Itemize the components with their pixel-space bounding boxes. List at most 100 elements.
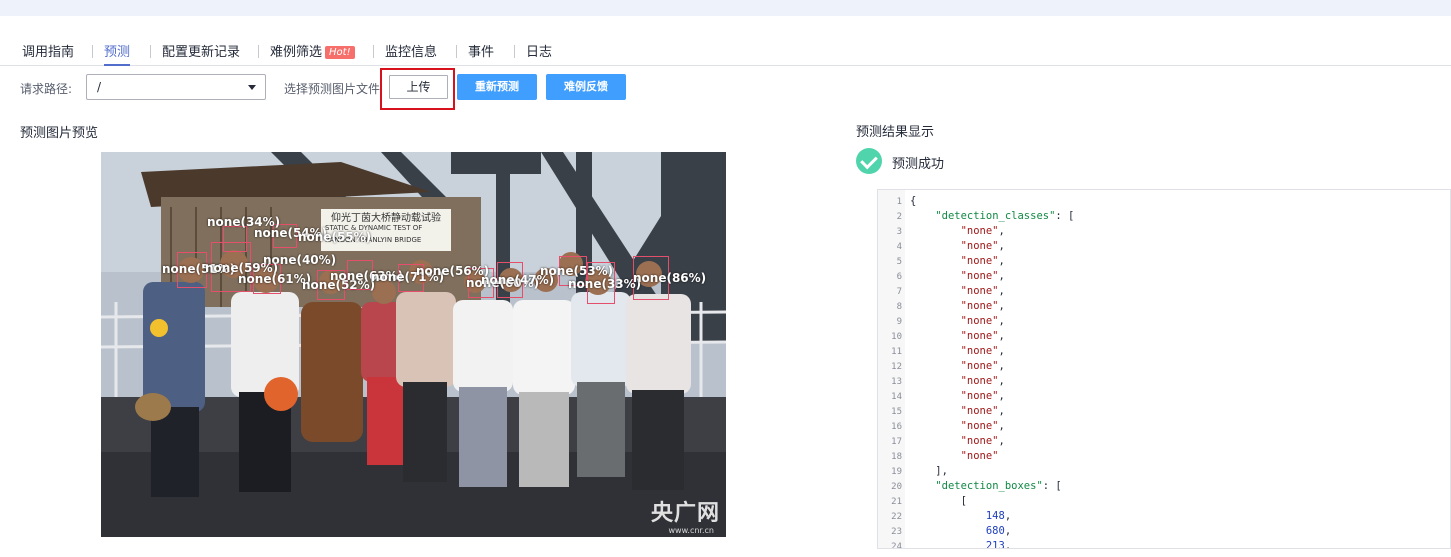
tab-logs[interactable]: 日志 <box>526 41 552 66</box>
code-line: 2 "detection_classes": [ <box>878 209 1075 224</box>
tab-monitoring[interactable]: 监控信息 <box>385 41 437 66</box>
code-text: "none", <box>960 240 1005 252</box>
line-number: 10 <box>891 332 902 342</box>
code-line: 1{ <box>878 194 917 209</box>
code-line: 5 "none", <box>878 254 1005 269</box>
request-path-select[interactable]: / <box>86 74 266 100</box>
line-number: 20 <box>891 482 902 492</box>
hot-badge: Hot! <box>325 46 355 59</box>
tab-separator <box>456 45 457 58</box>
line-number: 4 <box>896 242 902 252</box>
code-line: 11 "none", <box>878 344 1005 359</box>
code-line: 18 "none" <box>878 449 998 464</box>
tab-separator <box>373 45 374 58</box>
code-line: 10 "none", <box>878 329 1005 344</box>
line-number: 11 <box>891 347 902 357</box>
code-line: 16 "none", <box>878 419 1005 434</box>
code-line: 20 "detection_boxes": [ <box>878 479 1062 494</box>
repredict-button[interactable]: 重新预测 <box>457 74 537 100</box>
watermark-url: www.cnr.cn <box>668 526 714 535</box>
code-line: 17 "none", <box>878 434 1005 449</box>
code-text: "none", <box>960 345 1005 357</box>
code-text: "none", <box>960 285 1005 297</box>
code-text: "none" <box>960 450 999 462</box>
code-text: [ <box>910 495 967 507</box>
code-line: 4 "none", <box>878 239 1005 254</box>
line-number: 21 <box>891 497 902 507</box>
line-number: 6 <box>896 272 902 282</box>
line-number: 1 <box>896 197 902 207</box>
code-text: "none", <box>960 330 1005 342</box>
tab-separator <box>92 45 93 58</box>
code-line: 9 "none", <box>878 314 1005 329</box>
line-number: 15 <box>891 407 902 417</box>
line-number: 22 <box>891 512 902 522</box>
detection-label: none(86%) <box>633 271 707 285</box>
code-text: "none", <box>960 255 1005 267</box>
code-text: "none", <box>960 360 1005 372</box>
success-check-icon <box>856 148 882 174</box>
tab-bar: 调用指南 预测 配置更新记录 难例筛选 Hot! 监控信息 事件 日志 <box>0 36 1451 66</box>
sign-text: 仰光丁茵大桥静动载试验 <box>331 213 441 224</box>
code-line: 22 148, <box>878 509 1011 524</box>
line-number: 5 <box>896 257 902 267</box>
code-line: 19 ], <box>878 464 948 479</box>
request-path-label: 请求路径: <box>20 82 73 96</box>
line-number: 13 <box>891 377 902 387</box>
detection-label: none(33%) <box>568 277 642 291</box>
select-file-label: 选择预测图片文件 <box>284 82 381 96</box>
tab-separator <box>514 45 515 58</box>
watermark-logo: 央广网 <box>650 501 720 526</box>
code-text: 680, <box>985 525 1012 537</box>
tab-separator <box>150 45 151 58</box>
tab-hard-example-label: 难例筛选 <box>270 45 323 60</box>
code-text: 148, <box>985 510 1012 522</box>
code-text: ], <box>910 465 948 477</box>
code-text: "none", <box>960 435 1005 447</box>
code-line: 15 "none", <box>878 404 1005 419</box>
line-number: 12 <box>891 362 902 372</box>
tab-guide[interactable]: 调用指南 <box>22 41 74 66</box>
detection-label: none(55%) <box>298 230 372 244</box>
code-line: 24 213, <box>878 539 1011 549</box>
result-title: 预测结果显示 <box>856 125 935 140</box>
code-line: 7 "none", <box>878 284 1005 299</box>
code-text: "none", <box>960 300 1005 312</box>
tab-predict[interactable]: 预测 <box>104 41 131 66</box>
top-band <box>0 0 1451 16</box>
line-number: 2 <box>896 212 902 222</box>
line-number: 17 <box>891 437 902 447</box>
tab-separator <box>258 45 259 58</box>
line-number: 23 <box>891 527 902 537</box>
hard-example-feedback-button[interactable]: 难例反馈 <box>546 74 626 100</box>
detection-label: none(61%) <box>238 272 312 286</box>
line-number: 24 <box>891 542 902 549</box>
line-number: 14 <box>891 392 902 402</box>
code-text: { <box>910 195 917 207</box>
tab-hard-example[interactable]: 难例筛选 Hot! <box>270 41 355 66</box>
code-text: "none", <box>960 375 1005 387</box>
code-text: "none", <box>960 390 1005 402</box>
line-number: 9 <box>896 317 902 327</box>
code-text: "none", <box>960 315 1005 327</box>
code-line: 13 "none", <box>878 374 1005 389</box>
detection-label: none(53%) <box>540 264 614 278</box>
line-number: 19 <box>891 467 902 477</box>
code-line: 8 "none", <box>878 299 1005 314</box>
result-json-viewer[interactable]: 1{2 "detection_classes": [3 "none", 4 "no… <box>877 189 1451 549</box>
code-text: "none", <box>960 225 1005 237</box>
line-number: 7 <box>896 287 902 297</box>
prediction-image-preview: 仰光丁茵大桥静动载试验 STATIC & DYNAMIC TEST OF RAN… <box>101 152 726 537</box>
code-line: 12 "none", <box>878 359 1005 374</box>
line-number: 16 <box>891 422 902 432</box>
code-line: 21 [ <box>878 494 967 509</box>
upload-button[interactable]: 上传 <box>389 75 448 99</box>
request-path-value: / <box>97 80 102 94</box>
line-number: 18 <box>891 452 902 462</box>
tab-config-history[interactable]: 配置更新记录 <box>162 41 240 66</box>
line-number: 3 <box>896 227 902 237</box>
tab-events[interactable]: 事件 <box>468 41 494 66</box>
code-line: 14 "none", <box>878 389 1005 404</box>
prediction-status: 预测成功 <box>892 157 945 172</box>
preview-title: 预测图片预览 <box>20 126 99 141</box>
